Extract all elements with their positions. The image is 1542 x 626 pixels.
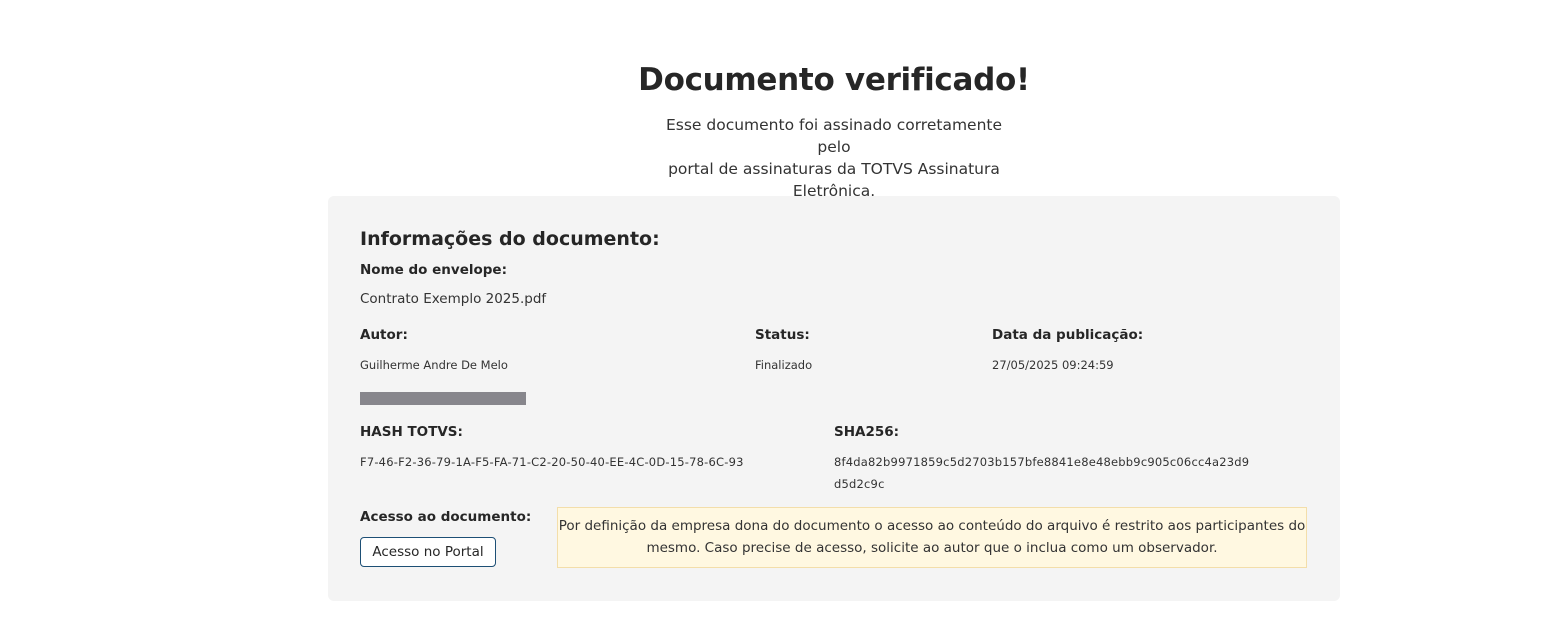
subtitle-line: portal de assinaturas da TOTVS Assinatur… [668, 160, 1000, 178]
access-restriction-notice: Por definição da empresa dona do documen… [557, 507, 1307, 568]
document-info-card: Informações do documento: Nome do envelo… [328, 196, 1340, 601]
sha256-value-line: 8f4da82b9971859c5d2703b157bfe8841e8e48eb… [834, 455, 1250, 469]
publication-date-label: Data da publicação: [992, 327, 1144, 343]
portal-access-button[interactable]: Acesso no Portal [360, 537, 496, 567]
notice-line: mesmo. Caso precise de acesso, solicite … [646, 540, 1218, 556]
redacted-bar [360, 392, 526, 405]
notice-line: Por definição da empresa dona do documen… [558, 518, 1306, 534]
hash-totvs-label: HASH TOTVS: [360, 424, 463, 440]
access-label: Acesso ao documento: [360, 509, 532, 525]
publication-date-value: 27/05/2025 09:24:59 [992, 358, 1114, 372]
status-value: Finalizado [755, 358, 813, 372]
subtitle-line: Esse documento foi assinado corretamente… [665, 116, 1003, 156]
status-label: Status: [755, 327, 810, 343]
author-value: Guilherme Andre De Melo [360, 358, 508, 372]
sha256-label: SHA256: [834, 424, 900, 440]
hash-totvs-value: F7-46-F2-36-79-1A-F5-FA-71-C2-20-50-40-E… [360, 455, 744, 469]
sha256-value-line: d5d2c9c [834, 477, 885, 491]
section-title: Informações do documento: [360, 228, 660, 250]
page-title: Documento verificado! [638, 62, 1030, 98]
envelope-name-label: Nome do envelope: [360, 262, 507, 278]
envelope-name-value: Contrato Exemplo 2025.pdf [360, 291, 547, 307]
author-label: Autor: [360, 327, 408, 343]
page-subtitle: Esse documento foi assinado corretamente… [659, 114, 1009, 202]
